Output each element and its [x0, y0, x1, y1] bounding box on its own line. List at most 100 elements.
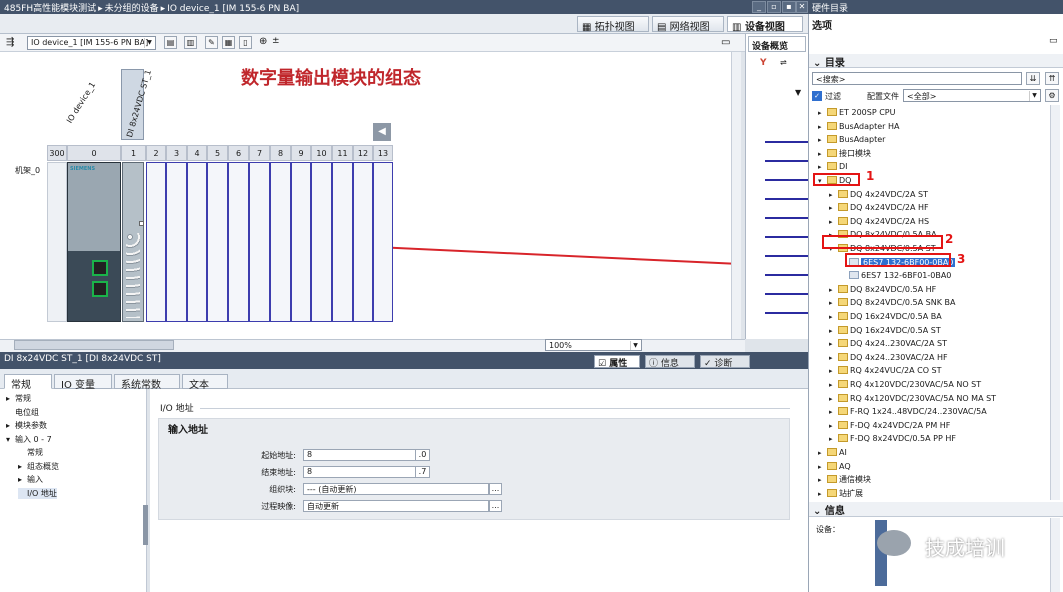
- tab-topology-view[interactable]: ▦ 拓扑视图: [577, 16, 649, 33]
- field-input[interactable]: --- (自动更新): [303, 483, 489, 495]
- slot-header[interactable]: 0: [67, 145, 121, 161]
- info-scrollbar[interactable]: [1050, 518, 1060, 592]
- catalog-item[interactable]: ▸ RQ 4x24VUC/2A CO ST: [810, 364, 1050, 377]
- catalog-item[interactable]: ▸ DQ 4x24VDC/2A ST: [810, 188, 1050, 201]
- catalog-item[interactable]: ▸ F-DQ 8x24VDC/0.5A PP HF: [810, 432, 1050, 445]
- search-up-icon[interactable]: ⇈: [1045, 72, 1059, 85]
- zoom-icon[interactable]: ⊕: [259, 36, 267, 47]
- empty-slot[interactable]: [353, 162, 373, 322]
- catalog-item[interactable]: ▸ DQ 8x24VDC/0.5A SNK BA: [810, 296, 1050, 309]
- empty-slot[interactable]: [249, 162, 270, 322]
- slot-header[interactable]: 9: [291, 145, 311, 161]
- catalog-item[interactable]: ▸ DQ 16x24VDC/0.5A ST: [810, 324, 1050, 337]
- device-table-icon[interactable]: ▥: [184, 36, 197, 49]
- field-input[interactable]: 自动更新: [303, 500, 489, 512]
- close-button[interactable]: ✕: [796, 1, 808, 13]
- nav-item[interactable]: 电位组: [6, 407, 39, 418]
- filter-checkbox[interactable]: ✓: [812, 91, 822, 101]
- slot-header[interactable]: 8: [270, 145, 291, 161]
- slot-header[interactable]: 6: [228, 145, 249, 161]
- slot-header[interactable]: 7: [249, 145, 270, 161]
- catalog-search-input[interactable]: <搜索>: [812, 72, 1022, 85]
- empty-slot[interactable]: [332, 162, 353, 322]
- properties-tab[interactable]: ☑ 属性: [594, 355, 640, 369]
- field-suffix-button[interactable]: .0: [416, 449, 430, 461]
- catalog-item[interactable]: ▸ AI: [810, 446, 1050, 459]
- tab-prop-3[interactable]: 文本: [182, 374, 228, 391]
- nav-item[interactable]: I/O 地址: [18, 487, 57, 499]
- zoom-dropdown-icon[interactable]: ±: [272, 36, 280, 46]
- empty-slot[interactable]: [311, 162, 332, 322]
- catalog-item[interactable]: ▸ 站扩展: [810, 487, 1050, 500]
- minimize-button[interactable]: _: [752, 1, 766, 13]
- profile-select[interactable]: <全部> ▼: [903, 89, 1041, 102]
- overview-icon[interactable]: Y: [760, 58, 767, 68]
- catalog-item[interactable]: ▸ F-RQ 1x24..48VDC/24..230VAC/5A: [810, 405, 1050, 418]
- slot-header[interactable]: 12: [353, 145, 373, 161]
- zoom-select[interactable]: 100% ▼: [545, 339, 642, 351]
- overview-toggle-icon[interactable]: ▭: [721, 37, 730, 48]
- catalog-item[interactable]: ▸ DQ 4x24VDC/2A HS: [810, 215, 1050, 228]
- empty-slot[interactable]: [146, 162, 166, 322]
- directory-header[interactable]: ⌄ 目录: [809, 54, 1063, 69]
- catalog-item[interactable]: ▸ BusAdapter: [810, 133, 1050, 146]
- catalog-item[interactable]: ▸ ET 200SP CPU: [810, 106, 1050, 119]
- empty-slot[interactable]: [291, 162, 311, 322]
- empty-slot[interactable]: [187, 162, 207, 322]
- plug-icon[interactable]: ⇶: [6, 37, 14, 48]
- page-icon[interactable]: ▯: [239, 36, 252, 49]
- info-tab[interactable]: ⓘ 信息: [645, 355, 695, 369]
- scroll-thumb[interactable]: [14, 340, 174, 350]
- tab-prop-2[interactable]: 系统常数: [114, 374, 180, 391]
- tab-general[interactable]: 常规: [4, 374, 52, 391]
- catalog-item[interactable]: ▸ 通信模块: [810, 473, 1050, 486]
- catalog-item[interactable]: ▸ F-DQ 4x24VDC/2A PM HF: [810, 419, 1050, 432]
- catalog-item[interactable]: ▸ BusAdapter HA: [810, 120, 1050, 133]
- info-header[interactable]: ⌄ 信息: [809, 502, 1063, 517]
- catalog-item[interactable]: ▸ DQ 4x24..230VAC/2A ST: [810, 337, 1050, 350]
- catalog-item[interactable]: ▸ RQ 4x120VDC/230VAC/5A NO MA ST: [810, 392, 1050, 405]
- empty-slot[interactable]: [166, 162, 187, 322]
- catalog-item[interactable]: ▸ DQ 4x24..230VAC/2A HF: [810, 351, 1050, 364]
- tab-network-view[interactable]: ▤ 网络视图: [652, 16, 724, 33]
- empty-slot[interactable]: [373, 162, 393, 322]
- field-suffix-button[interactable]: .7: [416, 466, 430, 478]
- catalog-item[interactable]: 6ES7 132-6BF01-0BA0: [810, 269, 1050, 282]
- profile-settings-icon[interactable]: ⚙: [1045, 89, 1059, 102]
- nav-item[interactable]: ▾ 输入 0 - 7: [6, 434, 52, 445]
- field-suffix-button[interactable]: ...: [489, 483, 502, 495]
- nav-item[interactable]: ▸ 常规: [6, 393, 31, 404]
- overview-columns-icon[interactable]: ⇌: [780, 58, 787, 67]
- save-layout-icon[interactable]: ▤: [164, 36, 177, 49]
- catalog-item[interactable]: ▸ DQ 4x24VDC/2A HF: [810, 201, 1050, 214]
- field-suffix-button[interactable]: ...: [489, 500, 502, 512]
- tab-device-view[interactable]: ▥ 设备视图: [727, 16, 803, 33]
- empty-slot[interactable]: [270, 162, 291, 322]
- catalog-item[interactable]: ▸ AQ: [810, 460, 1050, 473]
- field-input[interactable]: 8: [303, 466, 416, 478]
- empty-slot[interactable]: [207, 162, 228, 322]
- search-down-icon[interactable]: ⇊: [1026, 72, 1040, 85]
- catalog-scrollbar[interactable]: [1050, 105, 1060, 500]
- slot-header[interactable]: 11: [332, 145, 353, 161]
- catalog-item[interactable]: ▸ 接口模块: [810, 147, 1050, 160]
- slot-header[interactable]: 4: [187, 145, 207, 161]
- field-input[interactable]: 8: [303, 449, 416, 461]
- grid-icon[interactable]: ▦: [222, 36, 235, 49]
- catalog-item[interactable]: ▸ DI: [810, 160, 1050, 173]
- slot-header[interactable]: 1: [121, 145, 146, 161]
- canvas-vertical-scrollbar[interactable]: [731, 52, 741, 339]
- nav-item[interactable]: 常规: [18, 447, 43, 458]
- nav-item[interactable]: ▸ 输入: [18, 474, 43, 485]
- slot-header[interactable]: 10: [311, 145, 332, 161]
- maximize-button[interactable]: ▪: [782, 1, 796, 13]
- device-select[interactable]: IO device_1 [IM 155-6 PN BA] ▼: [27, 36, 156, 50]
- overview-menu-icon[interactable]: ▼: [795, 88, 801, 97]
- tab-prop-1[interactable]: IO 变量: [54, 374, 112, 391]
- slot-header[interactable]: 300: [47, 145, 67, 161]
- brush-icon[interactable]: ✎: [205, 36, 218, 49]
- empty-slot[interactable]: [228, 162, 249, 322]
- catalog-item[interactable]: ▸ RQ 4x120VDC/230VAC/5A NO ST: [810, 378, 1050, 391]
- splitter-handle[interactable]: [143, 505, 148, 545]
- tab-device-overview[interactable]: 设备概览: [748, 36, 806, 52]
